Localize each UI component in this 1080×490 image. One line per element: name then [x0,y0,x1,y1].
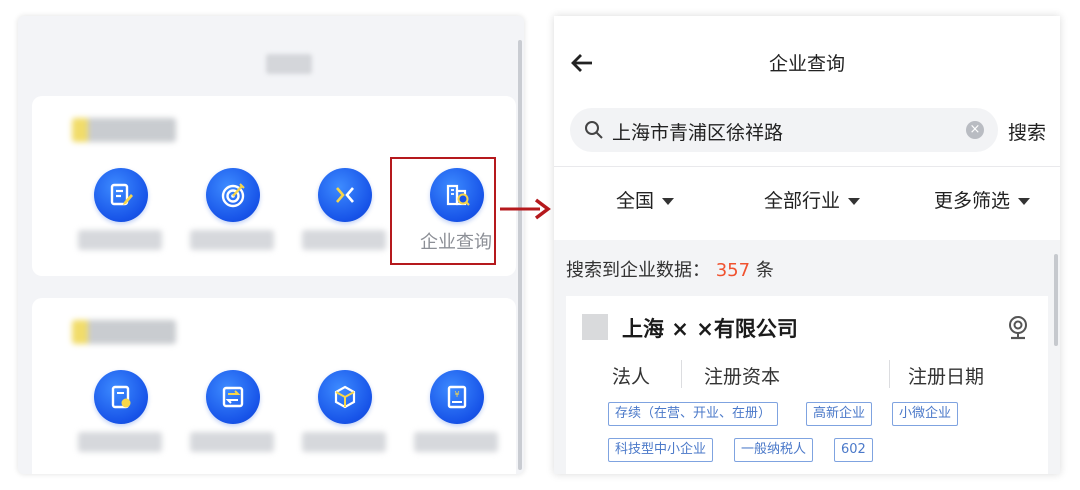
registration-date-label: 注册日期 [908,366,985,388]
scrollbar[interactable] [1054,254,1058,346]
search-button[interactable]: 搜索 [1008,118,1046,145]
clear-icon[interactable]: × [966,121,984,139]
blurred-label [414,432,498,452]
results-area: 搜索到企业数据： 357 条 上海 × ×有限公司 法人 注册资本 注册日期 存… [554,240,1060,474]
divider [681,360,682,388]
blurred-page-title [266,54,312,74]
company-logo [582,314,608,340]
company-result-card[interactable]: 上海 × ×有限公司 法人 注册资本 注册日期 存续（在营、开业、在册） 高新企… [566,296,1048,474]
status-tag: 存续（在营、开业、在册） [608,402,779,426]
result-count-number: 357 [715,260,751,281]
svg-text:¥: ¥ [454,390,459,399]
header-bar: 企业查询 [554,16,1060,106]
feature-item-transfer[interactable] [182,370,282,470]
highlight-box [390,157,496,265]
search-icon [585,121,603,139]
feature-item-target[interactable] [182,168,282,268]
result-count-prefix: 搜索到企业数据： [566,260,710,281]
feature-item-cube[interactable] [294,370,394,470]
filter-label: 全国 [616,190,655,212]
dropdown-caret-icon [848,198,861,205]
blurred-label [78,432,162,452]
dropdown-caret-icon [1018,198,1031,205]
search-row: 上海市青浦区徐祥路 × 搜索 [554,106,1060,168]
blurred-label [190,230,274,250]
feature-item-cross[interactable] [294,168,394,268]
divider [554,166,1060,167]
blurred-label [190,432,274,452]
blurred-section-title [72,118,176,142]
cross-arrows-icon [318,168,372,222]
blurred-section-title [72,320,176,344]
finance-doc-icon: ¥ [430,370,484,424]
certificate-icon [94,370,148,424]
filter-more[interactable]: 更多筛选 [934,186,1031,213]
dropdown-caret-icon [662,198,675,205]
tag-tech-sme: 科技型中小企业 [608,438,714,462]
filter-label: 全部行业 [764,190,841,212]
feature-item-certificate[interactable] [70,370,170,470]
page-title: 企业查询 [768,53,845,75]
legal-person-label: 法人 [612,366,651,388]
blurred-label [302,432,386,452]
tag-general-taxpayer: 一般纳税人 [734,438,814,462]
result-count: 搜索到企业数据： 357 条 [566,256,774,282]
company-name: 上海 × ×有限公司 [622,317,798,341]
cube-icon [318,370,372,424]
transfer-icon [206,370,260,424]
edit-document-icon [94,168,148,222]
search-value: 上海市青浦区徐祥路 [612,122,784,144]
feature-item-finance[interactable]: ¥ [406,370,506,470]
company-search-screen: 企业查询 上海市青浦区徐祥路 × 搜索 全国 全部行业 更多筛选 搜索到企业数据… [554,16,1060,474]
blurred-label [302,230,386,250]
result-count-suffix: 条 [755,260,774,281]
tag-small-micro: 小微企业 [892,402,959,426]
filter-bar: 全国 全部行业 更多筛选 [554,182,1060,222]
scrollbar[interactable] [518,40,522,470]
target-icon [206,168,260,222]
feature-item-edit[interactable] [70,168,170,268]
tag-code: 602 [834,438,873,462]
company-info-row: 法人 注册资本 注册日期 [566,360,1048,390]
search-input[interactable]: 上海市青浦区徐祥路 × [570,108,998,152]
camera-icon[interactable] [1006,314,1030,342]
registered-capital-label: 注册资本 [704,366,781,388]
feature-card-2: ¥ [32,298,516,474]
filter-label: 更多筛选 [934,190,1011,212]
filter-industry[interactable]: 全部行业 [764,186,861,213]
filter-region[interactable]: 全国 [616,186,675,213]
arrow-right-icon [500,198,551,220]
divider [889,360,890,388]
blurred-label [78,230,162,250]
tag-high-tech: 高新企业 [806,402,873,426]
